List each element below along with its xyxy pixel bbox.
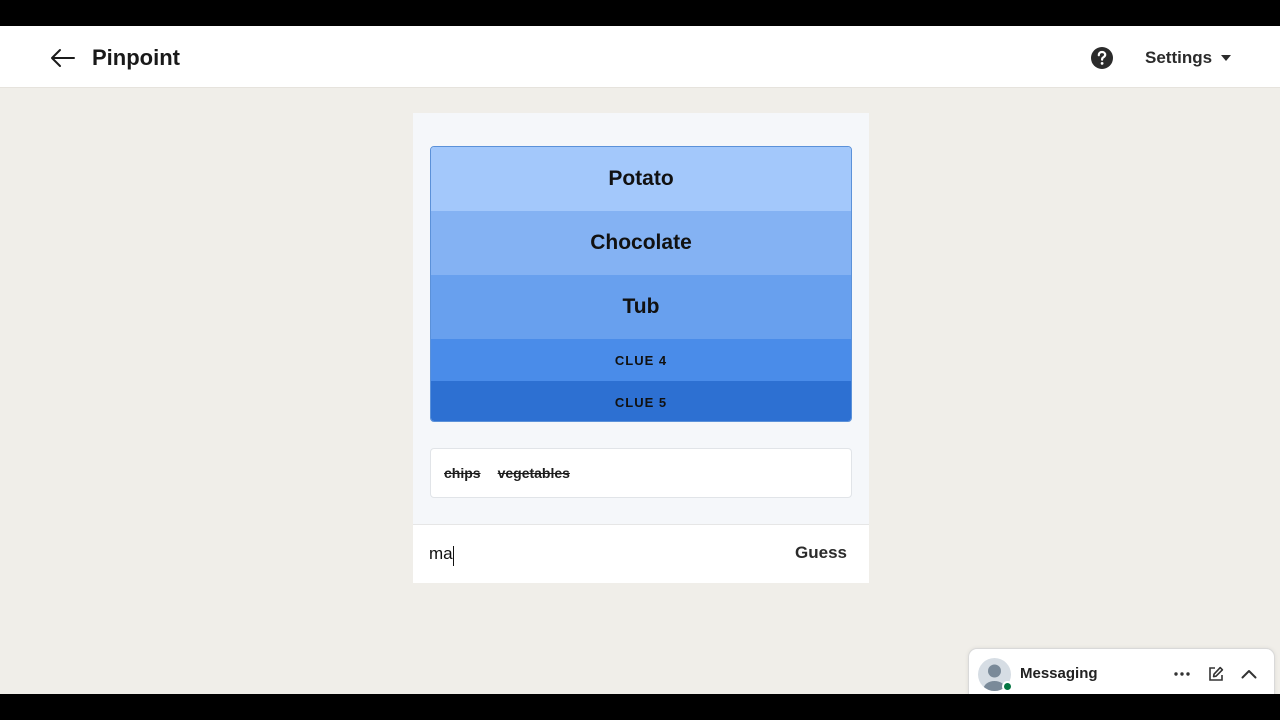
header-bar: Pinpoint Settings — [0, 26, 1280, 88]
arrow-left-icon — [51, 49, 75, 67]
settings-dropdown[interactable]: Settings — [1145, 47, 1232, 69]
clue-row-1: Potato — [431, 147, 851, 211]
clue-row-3: Tub — [431, 275, 851, 339]
game-card: Potato Chocolate Tub CLUE 4 CLUE 5 chips… — [413, 113, 869, 583]
page-title: Pinpoint — [92, 45, 180, 70]
clue-row-2: Chocolate — [431, 211, 851, 275]
clue-label: Tub — [622, 295, 660, 318]
wrong-guess: vegetables — [497, 465, 570, 481]
guess-button[interactable]: Guess — [795, 543, 847, 563]
clue-label: Potato — [608, 167, 674, 190]
more-options-button[interactable] — [1172, 664, 1192, 684]
guess-input[interactable] — [429, 539, 769, 569]
clue-label: CLUE 5 — [614, 394, 668, 410]
chevron-up-icon — [1241, 670, 1257, 679]
wrong-guesses-list: chips vegetables — [430, 448, 852, 498]
clue-stack: Potato Chocolate Tub CLUE 4 CLUE 5 — [430, 146, 852, 422]
messaging-label: Messaging — [1020, 665, 1098, 682]
clue-row-4: CLUE 4 — [431, 339, 851, 381]
wrong-guess: chips — [444, 465, 481, 481]
compose-message-button[interactable] — [1206, 664, 1226, 684]
question-circle-icon — [1091, 47, 1113, 69]
ellipsis-icon — [1174, 672, 1190, 676]
caret-down-icon — [1221, 55, 1232, 61]
expand-messaging-button[interactable] — [1239, 664, 1259, 684]
messaging-bar[interactable]: Messaging — [968, 648, 1275, 694]
compose-icon — [1209, 666, 1224, 681]
text-caret — [453, 546, 454, 566]
settings-label: Settings — [1145, 48, 1213, 67]
back-button[interactable] — [48, 44, 78, 72]
app-viewport: Pinpoint Settings Potato Chocolate Tub C… — [0, 26, 1280, 694]
clue-label: Chocolate — [590, 231, 692, 254]
online-status-dot — [1002, 681, 1013, 692]
clue-row-5: CLUE 5 — [431, 381, 851, 421]
help-button[interactable] — [1090, 46, 1114, 70]
guess-bar: Guess — [413, 524, 869, 583]
clue-label: CLUE 4 — [614, 352, 668, 368]
